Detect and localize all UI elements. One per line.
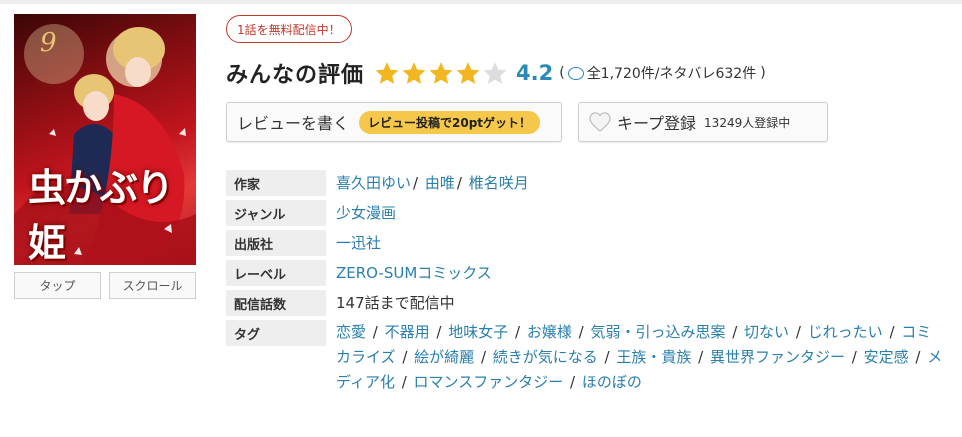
free-episode-badge: 1話を無料配信中！ — [226, 15, 352, 43]
review-counts-text: 全1,720件/ネタバレ632件 — [586, 66, 757, 82]
counts-open-paren: ( — [559, 65, 565, 81]
speech-bubble-icon — [567, 66, 584, 80]
tag-separator: / — [476, 348, 491, 366]
write-review-button[interactable]: レビューを書く レビュー投稿で20ptゲット！ — [226, 102, 562, 142]
scroll-mode-button[interactable]: スクロール — [109, 272, 196, 299]
tag-link[interactable]: 地味女子 — [448, 323, 508, 341]
publisher-link[interactable]: 一迅社 — [336, 230, 381, 256]
star-icon — [375, 62, 399, 84]
keep-label: キープ登録 — [617, 114, 697, 133]
tag-link[interactable]: 不器用 — [385, 323, 430, 341]
author-values: 喜久田ゆい / 由唯 / 椎名咲月 — [336, 174, 529, 192]
author-row: 作家 喜久田ゆい / 由唯 / 椎名咲月 — [226, 170, 956, 196]
author-link[interactable]: 喜久田ゆい — [336, 174, 411, 192]
label-key: レーベル — [226, 260, 326, 286]
publisher-row: 出版社 一迅社 — [226, 230, 956, 256]
tag-separator: / — [884, 323, 900, 341]
write-review-label: レビューを書く — [237, 114, 350, 133]
author-link[interactable]: 由唯 — [425, 174, 455, 192]
top-divider — [0, 0, 962, 4]
star-icon — [429, 62, 453, 84]
label-row: レーベル ZERO-SUMコミックス — [226, 260, 956, 286]
tag-separator: / — [910, 348, 926, 366]
genre-key: ジャンル — [226, 200, 326, 226]
tag-separator: / — [727, 323, 743, 341]
tag-separator: / — [599, 348, 615, 366]
genre-link[interactable]: 少女漫画 — [336, 200, 396, 226]
view-mode-buttons: タップ スクロール — [14, 272, 196, 299]
tags-row: タグ 恋愛 / 不器用 / 地味女子 / お嬢様 / 気弱・引っ込み思案 / 切… — [226, 320, 956, 395]
tag-separator: / — [431, 323, 447, 341]
author-link[interactable]: 椎名咲月 — [469, 174, 529, 192]
tag-link[interactable]: 王族・貴族 — [616, 348, 691, 366]
keep-count: 13249人登録中 — [704, 115, 791, 130]
tap-mode-button[interactable]: タップ — [14, 272, 101, 299]
tag-link[interactable]: ほのぼの — [582, 373, 642, 391]
label-link[interactable]: ZERO-SUMコミックス — [336, 260, 492, 286]
tag-link[interactable]: お嬢様 — [527, 323, 572, 341]
tags-key: タグ — [226, 320, 326, 346]
episodes-value: 147話まで配信中 — [336, 294, 455, 312]
rating-row: みんなの評価 4.2 ( 全1,720件/ネタバレ632件 ) — [226, 55, 766, 91]
star-empty-icon — [483, 62, 507, 84]
star-icon — [456, 62, 480, 84]
rating-heading: みんなの評価 — [226, 63, 365, 88]
counts-close-paren: ) — [760, 65, 766, 81]
tag-link[interactable]: じれったい — [808, 323, 883, 341]
tag-separator: / — [573, 323, 589, 341]
rating-score: 4.2 — [516, 61, 554, 85]
review-bonus-badge: レビュー投稿で20ptゲット！ — [359, 110, 541, 134]
heart-icon — [589, 112, 611, 132]
cover-image[interactable]: 9 虫かぶり姫 — [14, 14, 196, 265]
author-key: 作家 — [226, 170, 326, 196]
episodes-row: 配信話数 147話まで配信中 — [226, 290, 956, 316]
review-counts-link[interactable]: ( 全1,720件/ネタバレ632件 ) — [559, 63, 765, 83]
keep-register-button[interactable]: キープ登録 13249人登録中 — [578, 102, 828, 142]
tag-link[interactable]: 切ない — [744, 323, 789, 341]
tag-separator: / — [565, 373, 580, 391]
tag-separator: / — [693, 348, 708, 366]
episodes-key: 配信話数 — [226, 290, 326, 316]
tag-separator: / — [510, 323, 525, 341]
tag-link[interactable]: 異世界ファンタジー — [710, 348, 845, 366]
tag-link[interactable]: 気弱・引っ込み思案 — [590, 323, 725, 341]
tag-separator: / — [397, 348, 413, 366]
star-rating — [374, 60, 508, 86]
tag-link[interactable]: ロマンスファンタジー — [414, 373, 564, 391]
cover-title-logo: 虫かぶり姫 — [28, 165, 174, 265]
tag-separator: / — [791, 323, 806, 341]
tag-link[interactable]: 続きが気になる — [493, 348, 598, 366]
tag-list: 恋愛 / 不器用 / 地味女子 / お嬢様 / 気弱・引っ込み思案 / 切ない … — [336, 320, 946, 395]
tag-separator: / — [368, 323, 383, 341]
genre-row: ジャンル 少女漫画 — [226, 200, 956, 226]
tag-separator: / — [847, 348, 862, 366]
tag-link[interactable]: 恋愛 — [336, 323, 366, 341]
tag-link[interactable]: 絵が綺麗 — [414, 348, 474, 366]
cover-volume-mark: 9 — [40, 28, 57, 58]
publisher-key: 出版社 — [226, 230, 326, 256]
tag-link[interactable]: 安定感 — [864, 348, 909, 366]
info-table: 作家 喜久田ゆい / 由唯 / 椎名咲月 ジャンル 少女漫画 出版社 一迅社 レーベ… — [226, 170, 956, 399]
tag-separator: / — [396, 373, 412, 391]
star-icon — [402, 62, 426, 84]
